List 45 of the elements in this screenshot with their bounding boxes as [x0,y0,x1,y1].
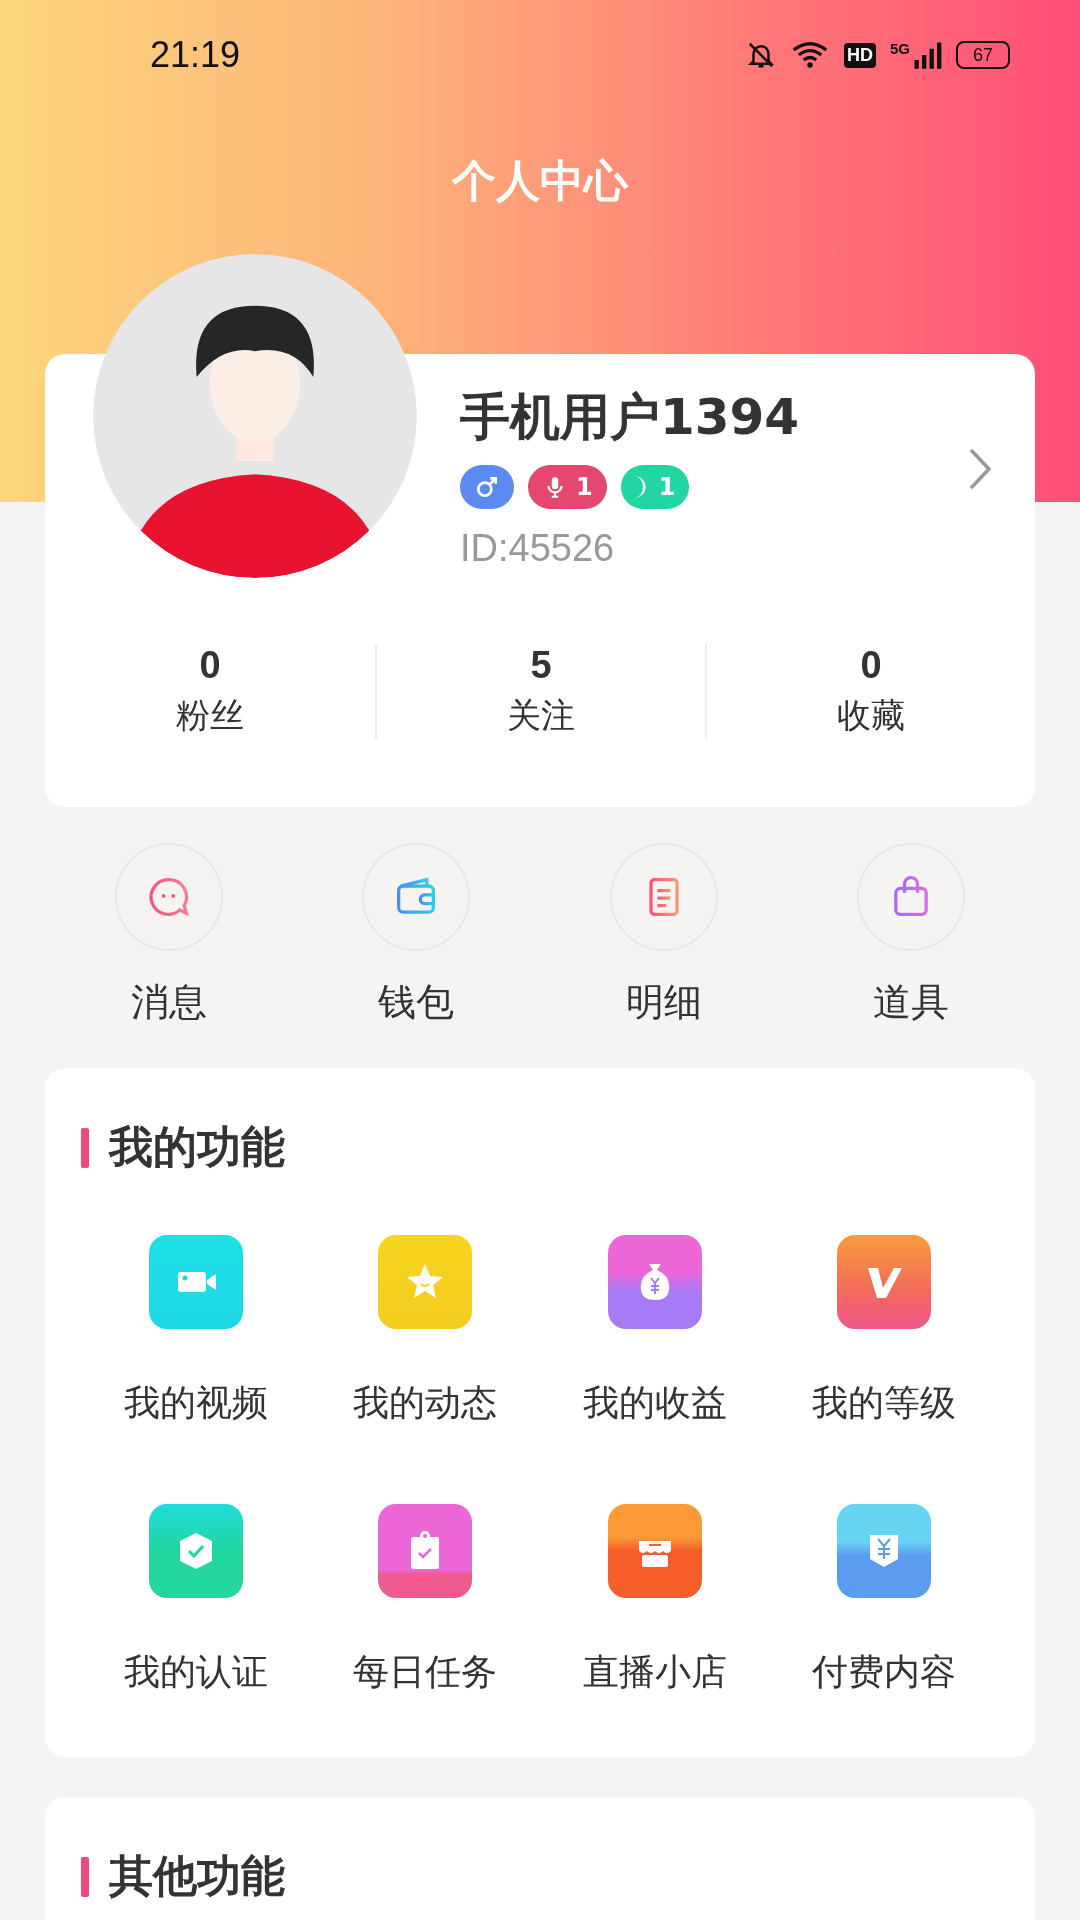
feature-label[interactable]: 我的等级 [812,1379,957,1428]
network-type: 5G [890,40,910,57]
signal-icon [912,40,942,70]
page-title: 个人中心 [450,154,630,208]
status-time: 21:19 [150,34,241,76]
bag-icon[interactable] [857,843,966,951]
feature-label[interactable]: 我的认证 [123,1648,268,1697]
action-label[interactable]: 明细 [625,977,702,1028]
accent-bar [81,1127,89,1168]
stat-label[interactable]: 关注 [507,693,575,739]
hd-indicator: HD [844,42,876,68]
money-icon[interactable] [607,1235,702,1329]
video-icon[interactable] [148,1235,243,1329]
task-icon[interactable] [378,1504,473,1598]
message-icon[interactable] [114,843,223,951]
user-name: 手机用户1394 [460,387,800,448]
list-icon[interactable] [609,843,718,951]
stat-count[interactable]: 0 [199,644,221,687]
accent-bar [81,1856,89,1897]
wifi-icon [790,40,830,70]
wallet-icon[interactable] [362,843,471,951]
feature-label[interactable]: 我的动态 [353,1379,498,1428]
stat-label[interactable]: 收藏 [837,693,905,739]
action-label[interactable]: 道具 [873,977,950,1028]
voice-badge: 1 [528,465,607,509]
vip-icon[interactable] [837,1235,932,1329]
feature-label[interactable]: 我的收益 [582,1379,727,1428]
stat-label[interactable]: 粉丝 [176,693,244,739]
shop-icon[interactable] [607,1504,702,1598]
bell-off-icon [746,40,776,70]
feature-label[interactable]: 直播小店 [582,1648,727,1697]
feature-label[interactable]: 每日任务 [353,1648,498,1697]
user-id: ID:45526 [460,527,616,570]
stat-count[interactable]: 5 [530,644,552,687]
feature-label[interactable]: 我的视频 [123,1379,268,1428]
section-title: 我的功能 [109,1120,285,1174]
shield-icon[interactable] [148,1504,243,1598]
stat-count[interactable]: 0 [860,644,882,687]
paid-icon[interactable] [837,1504,932,1598]
action-label[interactable]: 钱包 [378,977,455,1028]
battery-level: 67 [956,41,1010,69]
action-label[interactable]: 消息 [130,977,207,1028]
feature-label[interactable]: 付费内容 [812,1648,957,1697]
male-icon [474,474,500,500]
section-title: 其他功能 [109,1849,285,1903]
